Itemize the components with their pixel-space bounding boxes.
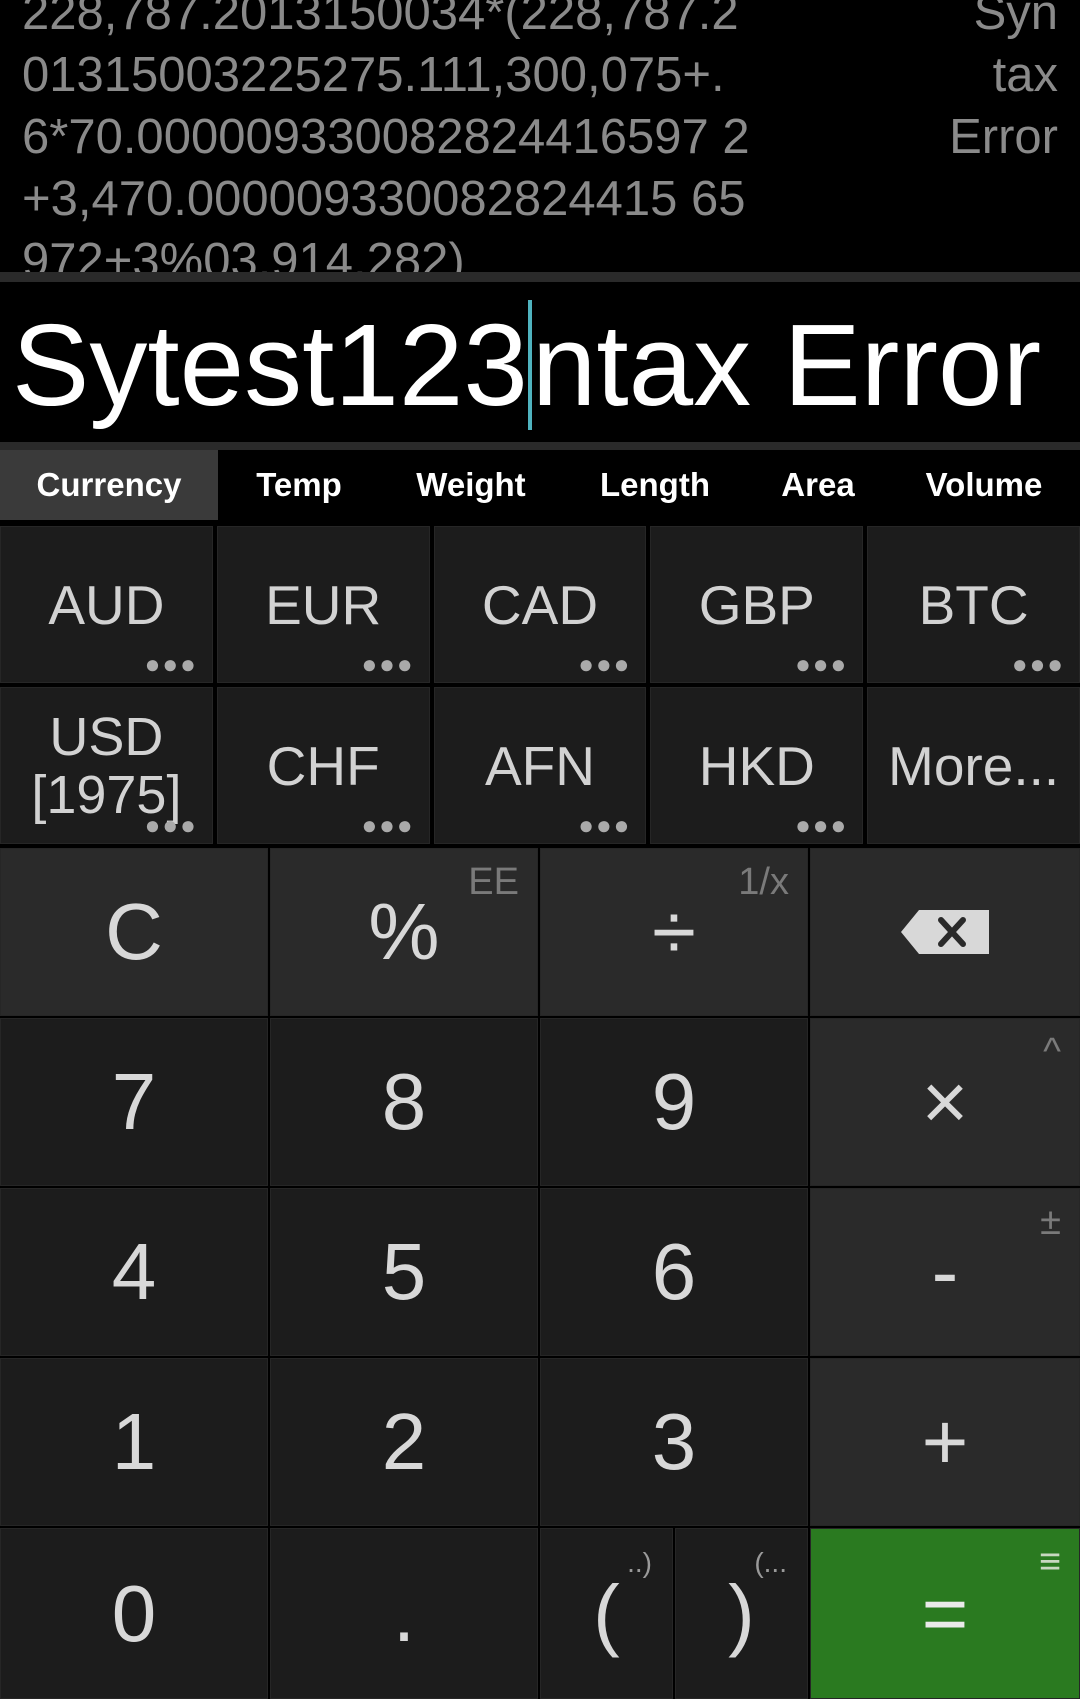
key-label: ×	[921, 1057, 969, 1146]
currency-label: CAD	[481, 573, 599, 636]
more-dots-icon: ●●●	[578, 810, 632, 840]
currency-label: AUD	[48, 573, 165, 636]
key-label: 2	[381, 1397, 427, 1486]
minus-button[interactable]: - ±	[810, 1188, 1080, 1356]
clear-button[interactable]: C	[0, 848, 268, 1016]
currency-eur-button[interactable]: EUR ●●●	[216, 526, 430, 683]
currency-label: More...	[888, 734, 1060, 797]
tab-length[interactable]: Length	[562, 450, 748, 520]
key-sublabel: ..)	[627, 1547, 652, 1578]
open-paren-button[interactable]: ( ..)	[540, 1528, 673, 1699]
key-label: 0	[111, 1568, 157, 1658]
menu-icon: ≡	[1038, 1541, 1061, 1583]
digit-5-button[interactable]: 5	[270, 1188, 538, 1356]
currency-afn-button[interactable]: AFN ●●●	[433, 687, 647, 844]
digit-3-button[interactable]: 3	[540, 1358, 808, 1526]
backspace-icon	[901, 910, 989, 954]
digit-6-button[interactable]: 6	[540, 1188, 808, 1356]
backspace-button[interactable]	[810, 848, 1080, 1016]
key-label: =	[921, 1568, 969, 1658]
more-dots-icon: ●●●	[795, 810, 849, 840]
more-dots-icon: ●●●	[361, 649, 415, 679]
currency-label: CHF	[266, 734, 380, 797]
key-label: .	[392, 1568, 416, 1658]
close-paren-button[interactable]: ) (...	[675, 1528, 808, 1699]
divider	[0, 442, 1080, 450]
key-label: 3	[651, 1397, 697, 1486]
key-sublabel: ^	[1043, 1031, 1061, 1073]
digit-0-button[interactable]: 0	[0, 1528, 268, 1699]
key-label: 1	[111, 1397, 157, 1486]
more-dots-icon: ●●●	[578, 649, 632, 679]
currency-btc-button[interactable]: BTC ●●●	[867, 526, 1080, 683]
history-expression[interactable]: 228,787.2013150034*(228,787.2 0131500322…	[22, 0, 822, 272]
more-dots-icon: ●●●	[144, 810, 198, 840]
tab-area[interactable]: Area	[748, 450, 888, 520]
digit-1-button[interactable]: 1	[0, 1358, 268, 1526]
history-panel[interactable]: 228,787.2013150034*(228,787.2 0131500322…	[0, 0, 1080, 272]
currency-label: GBP	[698, 573, 815, 636]
display-text[interactable]: Sytest123ntax Error	[12, 300, 1041, 430]
key-sublabel: ±	[1040, 1201, 1061, 1243]
currency-label: BTC	[918, 573, 1029, 636]
divide-button[interactable]: ÷ 1/x	[540, 848, 808, 1016]
display-text-before-cursor: Sytest123	[12, 300, 528, 430]
decimal-button[interactable]: .	[270, 1528, 538, 1699]
key-label: +	[921, 1397, 969, 1486]
currency-hkd-button[interactable]: HKD ●●●	[650, 687, 864, 844]
key-label: 7	[111, 1057, 157, 1146]
currency-cad-button[interactable]: CAD ●●●	[433, 526, 647, 683]
key-label: (	[593, 1568, 620, 1658]
currency-chf-button[interactable]: CHF ●●●	[216, 687, 430, 844]
currency-aud-button[interactable]: AUD ●●●	[0, 526, 213, 683]
keypad: C % EE ÷ 1/x 7 8 9 × ^ 4 5 6 - ± 1 2 3 +…	[0, 848, 1080, 1699]
currency-label: AFN	[484, 734, 595, 797]
key-label: )	[728, 1568, 755, 1658]
converter-tabs: Currency Temp Weight Length Area Volume	[0, 450, 1080, 520]
currency-label: HKD	[698, 734, 815, 797]
key-label: %	[368, 887, 440, 976]
main-display[interactable]: Sytest123ntax Error	[0, 282, 1080, 442]
currency-label: EUR	[265, 573, 382, 636]
tab-weight[interactable]: Weight	[380, 450, 562, 520]
display-text-after-cursor: ntax Error	[531, 300, 1042, 430]
multiply-button[interactable]: × ^	[810, 1018, 1080, 1186]
more-dots-icon: ●●●	[1011, 649, 1065, 679]
digit-4-button[interactable]: 4	[0, 1188, 268, 1356]
digit-2-button[interactable]: 2	[270, 1358, 538, 1526]
key-label: 8	[381, 1057, 427, 1146]
currency-more-button[interactable]: More...	[867, 687, 1080, 844]
digit-8-button[interactable]: 8	[270, 1018, 538, 1186]
more-dots-icon: ●●●	[144, 649, 198, 679]
more-dots-icon: ●●●	[795, 649, 849, 679]
history-result[interactable]: Syn tax Error	[898, 0, 1058, 168]
key-label: 9	[651, 1057, 697, 1146]
currency-usd-button[interactable]: USD [1975] ●●●	[0, 687, 213, 844]
divider	[0, 272, 1080, 282]
equals-button[interactable]: = ≡	[810, 1528, 1080, 1699]
currency-gbp-button[interactable]: GBP ●●●	[650, 526, 864, 683]
key-label: 6	[651, 1227, 697, 1316]
key-label: 4	[111, 1227, 157, 1316]
tab-temp[interactable]: Temp	[218, 450, 380, 520]
key-sublabel: EE	[468, 861, 519, 903]
key-label: -	[931, 1227, 959, 1316]
key-sublabel: (...	[754, 1547, 787, 1578]
digit-7-button[interactable]: 7	[0, 1018, 268, 1186]
key-label: ÷	[652, 887, 696, 976]
currency-label: USD [1975]	[31, 706, 182, 825]
currency-grid: AUD ●●● EUR ●●● CAD ●●● GBP ●●● BTC ●●● …	[0, 526, 1080, 844]
key-label: C	[105, 887, 163, 976]
percent-button[interactable]: % EE	[270, 848, 538, 1016]
tab-currency[interactable]: Currency	[0, 450, 218, 520]
more-dots-icon: ●●●	[361, 810, 415, 840]
key-sublabel: 1/x	[738, 861, 789, 903]
key-label: 5	[381, 1227, 427, 1316]
tab-volume[interactable]: Volume	[888, 450, 1080, 520]
digit-9-button[interactable]: 9	[540, 1018, 808, 1186]
plus-button[interactable]: +	[810, 1358, 1080, 1526]
